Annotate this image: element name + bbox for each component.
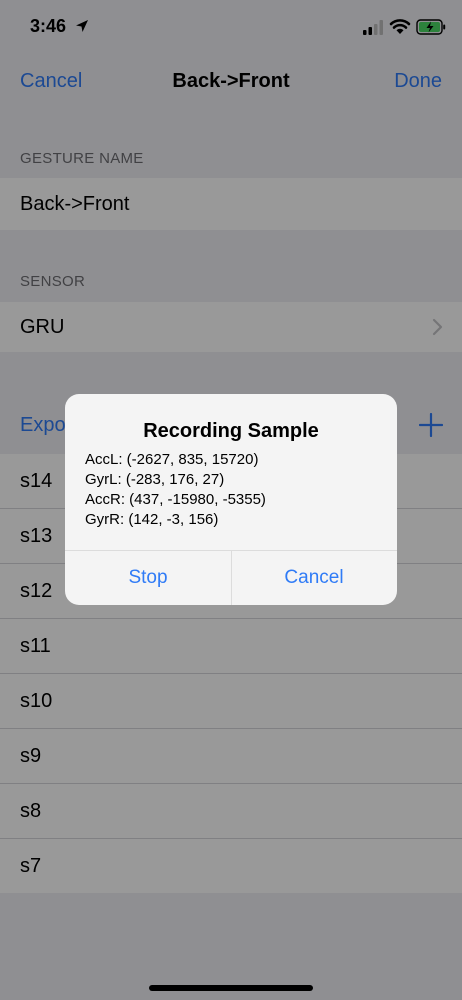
stop-button[interactable]: Stop <box>65 550 231 605</box>
alert-line-gyrl: GyrL: (-283, 176, 27) <box>85 471 225 488</box>
home-indicator[interactable] <box>149 985 313 991</box>
alert-title: Recording Sample <box>143 420 319 442</box>
alert-line-gyrr: GyrR: (142, -3, 156) <box>85 511 219 528</box>
alert-line-accr: AccR: (437, -15980, -5355) <box>85 491 266 508</box>
alert-cancel-button[interactable]: Cancel <box>231 550 397 605</box>
alert-message: AccL: (-2627, 835, 15720) GyrL: (-283, 1… <box>85 450 266 530</box>
alert-line-accl: AccL: (-2627, 835, 15720) <box>85 451 259 468</box>
recording-alert-dialog: Recording Sample AccL: (-2627, 835, 1572… <box>65 394 397 605</box>
screen: 3:46 Cancel Back->Front Done GESTURE NAM… <box>0 0 462 1000</box>
